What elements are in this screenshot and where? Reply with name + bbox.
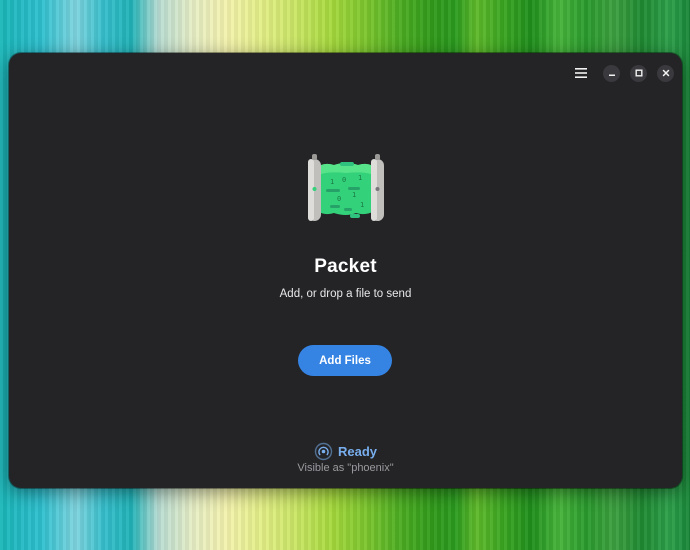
svg-text:1: 1 [352,191,356,199]
svg-text:1: 1 [360,201,364,209]
minimize-icon [608,74,615,76]
device-visibility-label: Visible as "phoenix" [297,462,394,474]
page-subtitle: Add, or drop a file to send [279,288,412,300]
svg-text:0: 0 [337,195,341,203]
broadcast-signal-icon [314,442,333,461]
svg-text:1: 1 [358,174,362,182]
hamburger-menu-icon [575,68,587,78]
svg-text:0: 0 [342,176,346,184]
svg-text:1: 1 [330,178,334,186]
status-indicator: Ready [9,442,682,461]
maximize-icon [635,69,642,77]
window-controls [569,61,674,85]
packet-app-icon: 1 0 1 1 0 1 [308,154,384,221]
minimize-button[interactable] [603,64,620,82]
desktop-wallpaper: 1 0 1 1 0 1 Packet Add, or drop a file t… [0,0,690,550]
close-button[interactable] [657,64,674,82]
maximize-button[interactable] [630,64,647,82]
app-window: 1 0 1 1 0 1 Packet Add, or drop a file t… [9,53,682,488]
close-icon [662,69,669,77]
main-menu-button[interactable] [569,61,593,85]
page-title: Packet [314,256,377,277]
status-text: Ready [337,444,378,459]
add-files-button[interactable]: Add Files [298,345,392,376]
